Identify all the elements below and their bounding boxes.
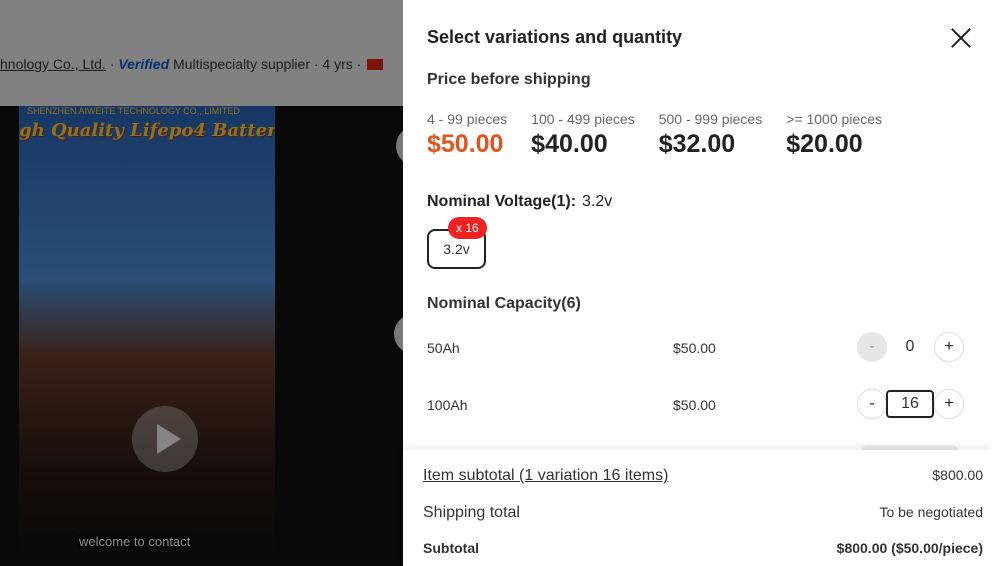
- quantity-stepper: - +: [857, 332, 964, 362]
- decrease-button[interactable]: -: [857, 389, 887, 419]
- subtotal-value: $800.00 ($50.00/piece): [836, 540, 983, 556]
- price-tier: >= 1000 pieces $20.00: [786, 111, 882, 159]
- tier-range: 4 - 99 pieces: [427, 111, 508, 127]
- shipping-value: To be negotiated: [879, 504, 983, 520]
- close-icon[interactable]: [949, 26, 973, 50]
- item-subtotal-link[interactable]: Item subtotal (1 variation 16 items): [423, 467, 668, 485]
- order-summary: Item subtotal (1 variation 16 items) $80…: [403, 450, 992, 566]
- item-subtotal-value: $800.00: [932, 467, 983, 483]
- quantity-badge: x 16: [448, 217, 487, 239]
- quantity-input[interactable]: [886, 333, 934, 361]
- capacity-heading: Nominal Capacity(6): [427, 295, 581, 312]
- increase-button[interactable]: +: [934, 332, 964, 362]
- price-tier: 500 - 999 pieces $32.00: [659, 111, 763, 159]
- quantity-input[interactable]: [886, 390, 934, 418]
- drawer-title: Select variations and quantity: [427, 27, 683, 47]
- increase-button[interactable]: +: [934, 389, 964, 419]
- capacity-price: $50.00: [673, 397, 716, 413]
- tier-price: $32.00: [658, 130, 736, 158]
- modal-overlay[interactable]: [0, 0, 403, 566]
- capacity-name: 50Ah: [427, 340, 460, 356]
- shipping-label: Shipping total: [423, 504, 520, 521]
- voltage-value: 3.2v: [582, 193, 613, 210]
- tier-range: 500 - 999 pieces: [658, 111, 763, 127]
- tier-price: $50.00: [427, 130, 504, 158]
- tier-range: 100 - 499 pieces: [531, 111, 635, 127]
- price-tier: 100 - 499 pieces $40.00: [531, 111, 635, 159]
- quantity-stepper: - +: [857, 389, 964, 419]
- variation-drawer: Select variations and quantity Price bef…: [403, 0, 992, 566]
- decrease-button[interactable]: -: [857, 332, 887, 362]
- tier-range: >= 1000 pieces: [786, 111, 882, 127]
- price-tiers: 4 - 99 pieces $50.00 100 - 499 pieces $4…: [427, 111, 906, 159]
- voltage-label: Nominal Voltage(1):: [427, 193, 577, 210]
- price-tier: 4 - 99 pieces $50.00: [427, 111, 507, 159]
- tier-price: $20.00: [786, 130, 863, 158]
- capacity-row-100ah: 100Ah $50.00 - +: [427, 389, 964, 421]
- price-heading: Price before shipping: [427, 71, 591, 88]
- voltage-heading: Nominal Voltage(1): 3.2v: [427, 193, 612, 211]
- capacity-price: $50.00: [673, 340, 716, 356]
- subtotal-label: Subtotal: [423, 540, 479, 556]
- tier-price: $40.00: [531, 130, 608, 158]
- capacity-row-50ah: 50Ah $50.00 - +: [427, 332, 964, 364]
- capacity-name: 100Ah: [427, 397, 468, 413]
